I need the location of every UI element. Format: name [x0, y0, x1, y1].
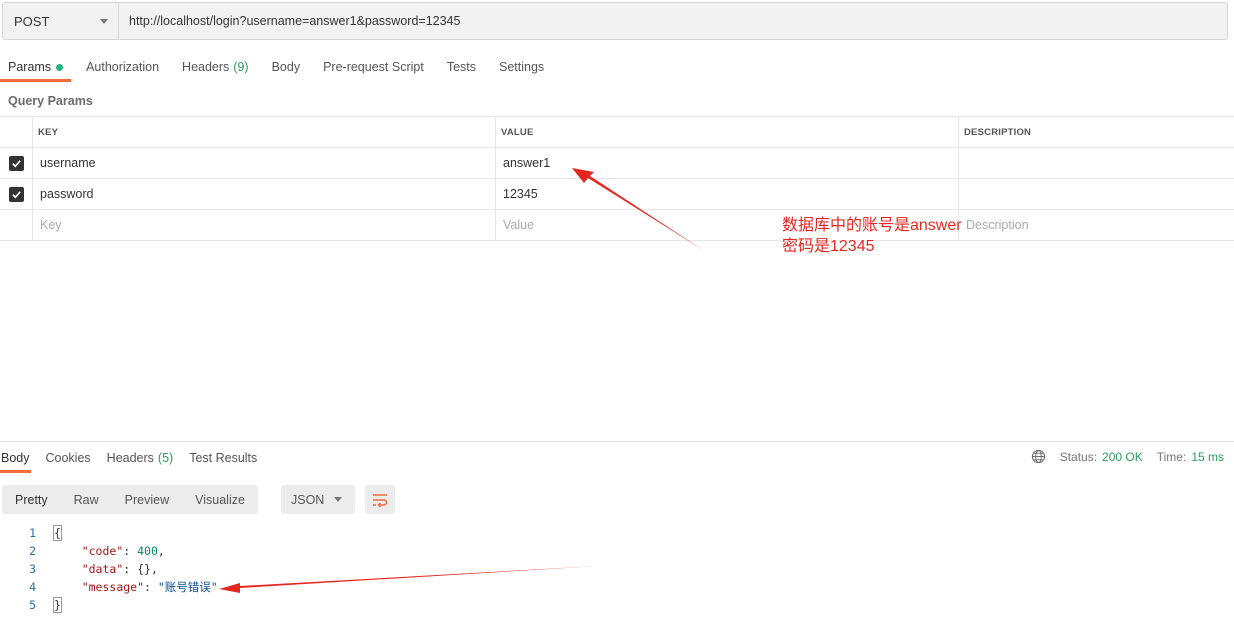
close-brace: } — [53, 597, 62, 613]
tab-label: Headers — [106, 451, 154, 465]
open-brace: { — [53, 525, 62, 541]
request-tabs: Params Authorization Headers (9) Body Pr… — [0, 52, 559, 84]
tab-label: Params — [8, 60, 52, 74]
params-indicator-dot — [56, 63, 64, 71]
tab-label: Headers — [182, 60, 230, 74]
code-line: 2 "code": 400, — [0, 542, 218, 560]
line-number: 4 — [29, 580, 36, 594]
view-pretty-button[interactable]: Pretty — [2, 485, 61, 514]
response-tab-test-results[interactable]: Test Results — [188, 443, 258, 473]
tab-body[interactable]: Body — [264, 52, 309, 82]
view-raw-button[interactable]: Raw — [61, 485, 112, 514]
param-description[interactable] — [959, 179, 1234, 209]
param-value-username[interactable]: answer1 — [496, 148, 959, 178]
method-label: POST — [14, 13, 50, 29]
tab-label: Tests — [446, 60, 476, 74]
request-bar: POST http://localhost/login?username=ans… — [2, 2, 1228, 40]
table-header-row: KEY VALUE DESCRIPTION — [0, 117, 1234, 148]
chevron-down-icon — [100, 18, 108, 24]
json-value-message: "账号错误" — [157, 580, 218, 594]
time-value[interactable]: 15 ms — [1191, 450, 1224, 464]
code-line: 4 "message": "账号错误" — [0, 578, 218, 596]
tab-label: Body — [271, 60, 301, 74]
new-description-input[interactable]: Description — [959, 210, 1234, 240]
wrap-lines-button[interactable] — [365, 485, 395, 514]
globe-icon[interactable] — [1031, 449, 1046, 464]
tab-label: Settings — [499, 60, 545, 74]
checkbox-checked-icon[interactable] — [8, 155, 24, 171]
response-status: Status: 200 OK Time: 15 ms — [1031, 449, 1224, 464]
json-value-code: 400 — [137, 544, 158, 558]
header-checkbox-cell — [0, 117, 33, 147]
json-key-data: "data" — [81, 562, 124, 576]
param-key-username[interactable]: username — [33, 148, 496, 178]
tab-label: Cookies — [45, 451, 91, 465]
view-preview-button[interactable]: Preview — [112, 485, 182, 514]
tab-label: Body — [1, 451, 30, 465]
response-tab-headers[interactable]: Headers (5) — [106, 443, 175, 473]
response-body-code[interactable]: 1 { 2 "code": 400, 3 "data": {}, 4 "mess… — [0, 524, 218, 614]
method-select[interactable]: POST — [3, 3, 119, 39]
arrow-to-message-value — [219, 566, 598, 593]
row-checkbox-cell — [0, 210, 33, 240]
param-value-password[interactable]: 12345 — [496, 179, 959, 209]
tab-headers[interactable]: Headers (9) — [174, 52, 257, 82]
wrap-lines-icon — [373, 493, 388, 508]
response-divider — [0, 441, 1234, 442]
format-select[interactable]: JSON — [281, 485, 355, 514]
code-line: 1 { — [0, 524, 218, 542]
chevron-down-icon — [334, 497, 342, 502]
params-table: KEY VALUE DESCRIPTION username answer1 p… — [0, 116, 1234, 241]
annotation-line-1: 数据库中的账号是answer — [782, 217, 962, 234]
table-row: username answer1 — [0, 148, 1234, 179]
tab-label: Test Results — [189, 451, 258, 465]
param-description[interactable] — [959, 148, 1234, 178]
status-label: Status: — [1059, 449, 1098, 464]
header-key: KEY — [33, 117, 496, 147]
status-value[interactable]: 200 OK — [1102, 450, 1143, 464]
tab-settings[interactable]: Settings — [491, 52, 552, 82]
url-text: http://localhost/login?username=answer1&… — [129, 14, 461, 28]
json-key-message: "message" — [81, 580, 145, 594]
response-tab-cookies[interactable]: Cookies — [45, 443, 92, 473]
new-key-input[interactable]: Key — [33, 210, 496, 240]
code-line: 3 "data": {}, — [0, 560, 218, 578]
response-headers-count: (5) — [157, 451, 174, 465]
line-number: 5 — [29, 598, 36, 612]
response-tab-body[interactable]: Body — [0, 443, 31, 473]
code-line: 5 } — [0, 596, 218, 614]
tab-label: Pre-request Script — [323, 60, 424, 74]
checkbox-checked-icon[interactable] — [8, 186, 24, 202]
line-number: 3 — [29, 562, 36, 576]
table-row-new: Key Value Description — [0, 210, 1234, 241]
tab-tests[interactable]: Tests — [439, 52, 484, 82]
view-mode-bar: Pretty Raw Preview Visualize — [2, 485, 258, 514]
tab-authorization[interactable]: Authorization — [78, 52, 167, 82]
headers-count: (9) — [233, 60, 249, 74]
json-key-code: "code" — [81, 544, 124, 558]
url-input[interactable]: http://localhost/login?username=answer1&… — [119, 3, 1227, 39]
table-row: password 12345 — [0, 179, 1234, 210]
header-value: VALUE — [496, 117, 959, 147]
tab-pre-request-script[interactable]: Pre-request Script — [315, 52, 432, 82]
tab-params[interactable]: Params — [0, 52, 72, 82]
line-number: 2 — [29, 544, 36, 558]
query-params-title: Query Params — [8, 94, 93, 108]
format-label: JSON — [291, 492, 325, 507]
json-value-data: {} — [137, 562, 151, 576]
view-visualize-button[interactable]: Visualize — [182, 485, 258, 514]
response-tabs: Body Cookies Headers (5) Test Results — [0, 443, 272, 473]
annotation-note: 数据库中的账号是answer 密码是12345 — [782, 215, 962, 257]
row-checkbox-cell — [0, 179, 33, 209]
time-label: Time: — [1156, 449, 1187, 464]
line-number: 1 — [29, 526, 36, 540]
annotation-line-2: 密码是12345 — [782, 238, 875, 255]
param-key-password[interactable]: password — [33, 179, 496, 209]
row-checkbox-cell — [0, 148, 33, 178]
tab-label: Authorization — [86, 60, 160, 74]
header-description: DESCRIPTION — [964, 126, 1032, 138]
